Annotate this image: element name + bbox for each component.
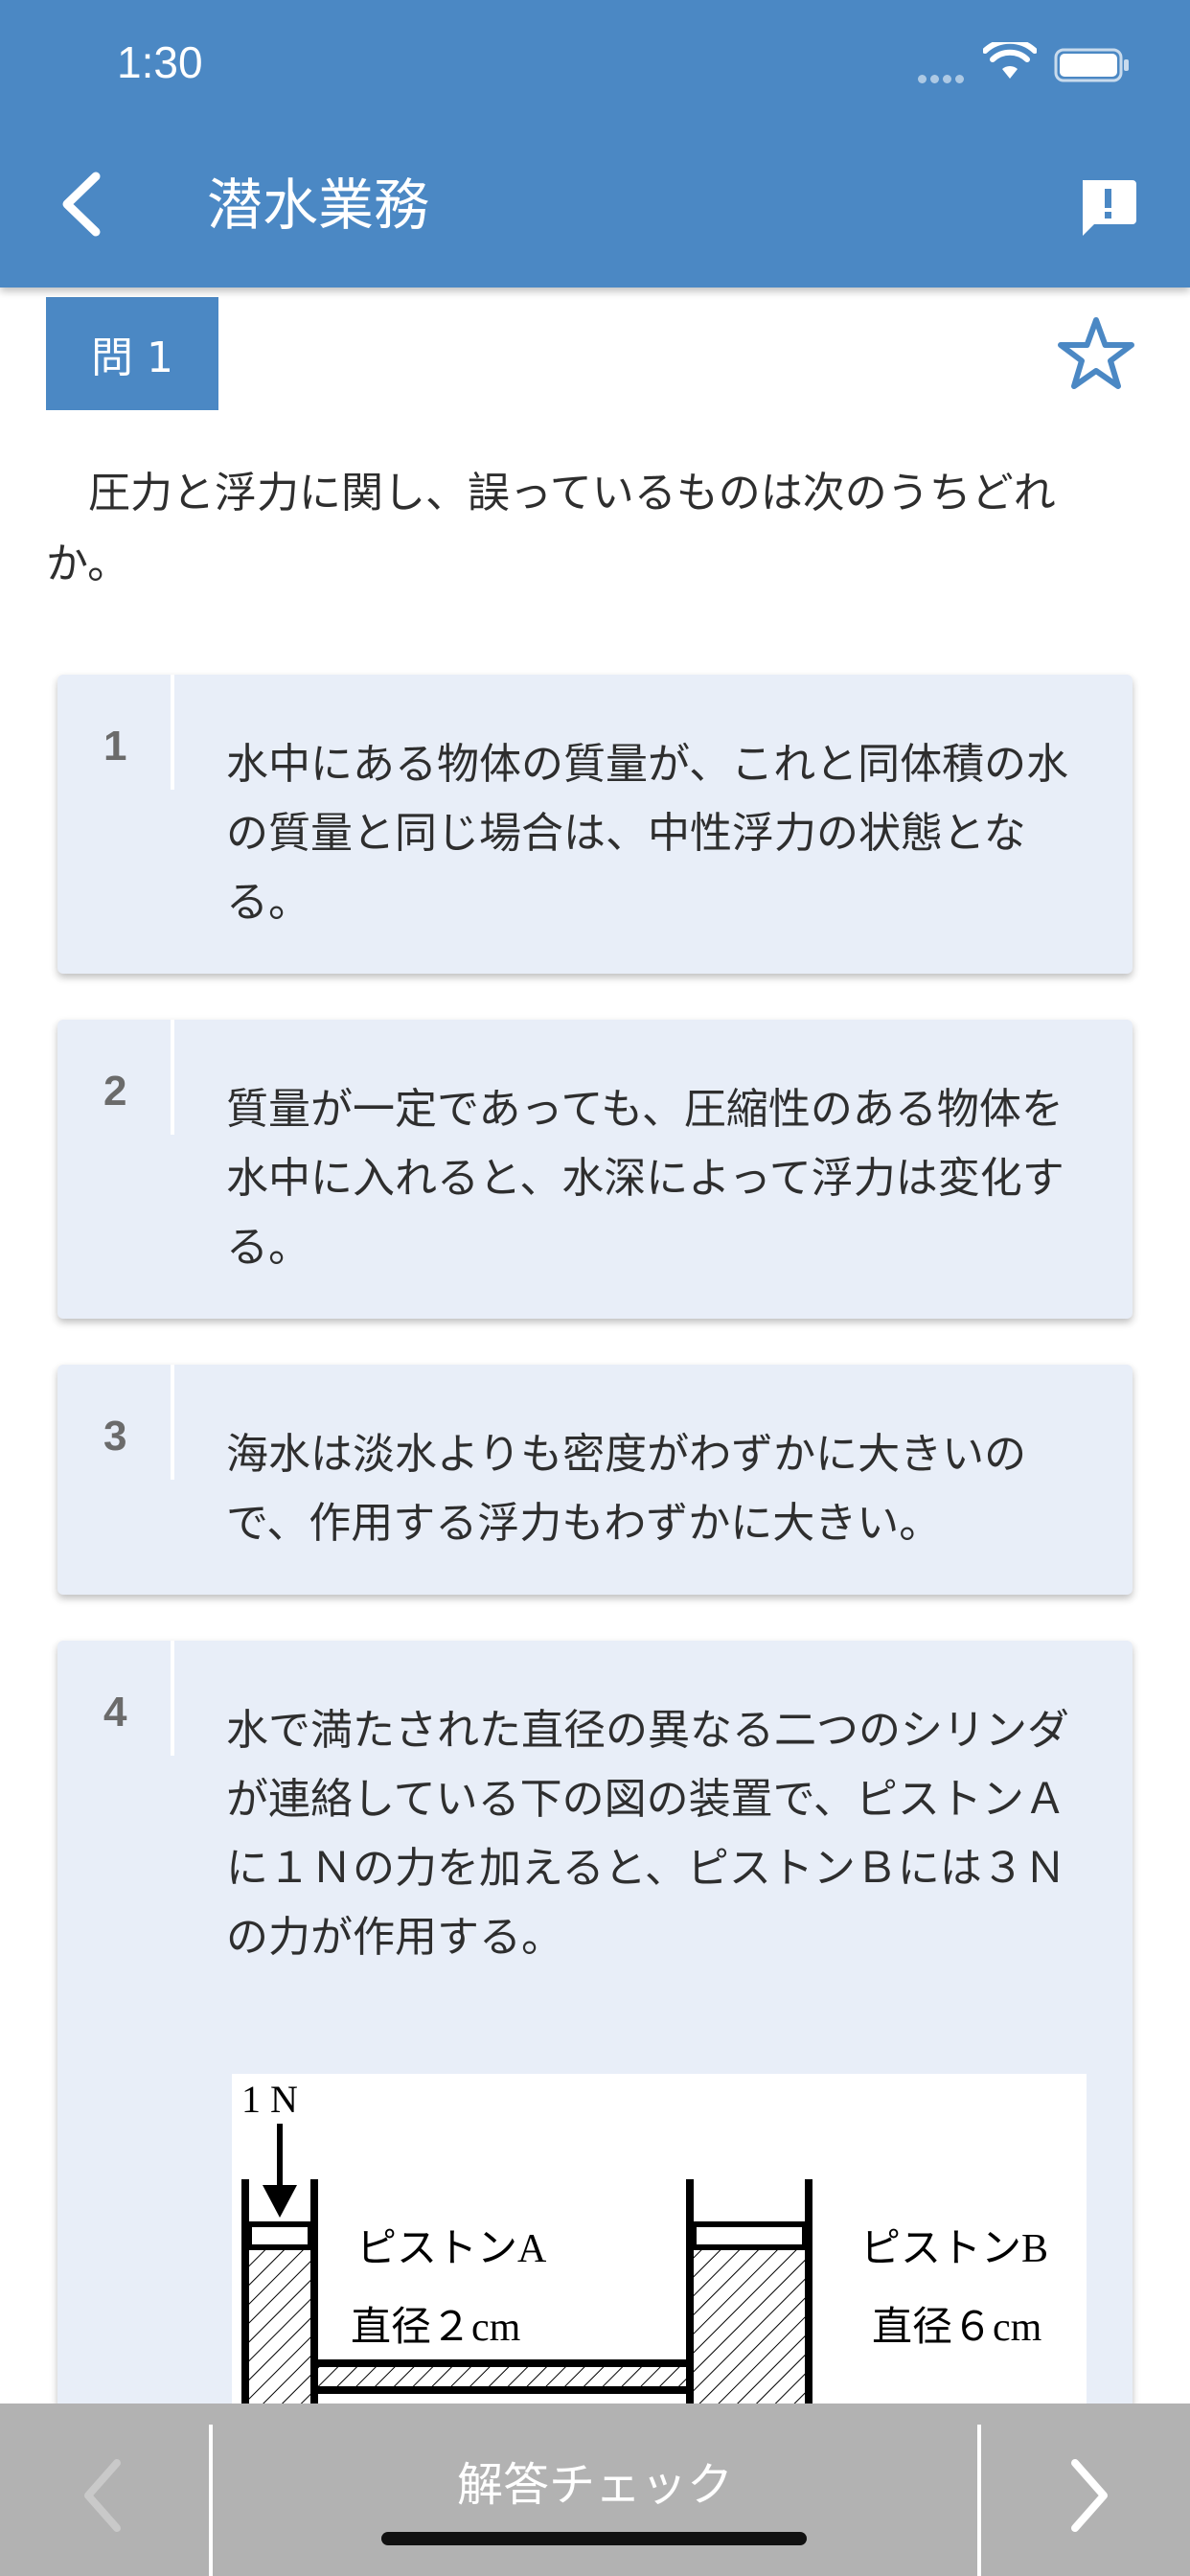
home-indicator (381, 2532, 807, 2545)
signal-icon (918, 69, 968, 87)
wifi-icon (983, 42, 1037, 79)
battery-icon (1054, 48, 1129, 82)
divider (171, 1641, 174, 1756)
prev-button[interactable] (0, 2404, 209, 2576)
report-icon[interactable] (1077, 176, 1138, 238)
star-icon[interactable] (1056, 314, 1136, 395)
status-time: 1:30 (117, 37, 203, 87)
piston-a-label: ピストンA (356, 2227, 547, 2271)
choice-text: 質量が一定であっても、圧縮性のある物体を水中に入れると、水深によって浮力は変化す… (226, 1085, 1064, 1272)
choice-card-3[interactable]: 3 海水は淡水よりも密度がわずかに大きいので、作用する浮力もわずかに大きい。 (57, 1365, 1133, 1595)
piston-a-diameter: 直径２cm (351, 2306, 521, 2350)
choice-text: 水中にある物体の質量が、これと同体積の水の質量と同じ場合は、中性浮力の状態となる… (226, 740, 1069, 927)
choice-card-1[interactable]: 1 水中にある物体の質量が、これと同体積の水の質量と同じ場合は、中性浮力の状態と… (57, 675, 1133, 974)
choice-number: 4 (103, 1689, 127, 1736)
choice-number: 3 (103, 1413, 127, 1460)
choice-number: 2 (103, 1068, 127, 1115)
force-label: 1 N (241, 2078, 298, 2121)
choice-number: 1 (103, 723, 127, 770)
answer-check-button[interactable]: 解答チェック (213, 2404, 977, 2576)
back-button[interactable] (54, 171, 111, 238)
bottom-bar: 解答チェック (0, 2404, 1190, 2576)
piston-b-diameter: 直径６cm (872, 2306, 1042, 2350)
question-text: 圧力と浮力に関し、誤っているものは次のうちどれか。 (46, 469, 1056, 588)
choice-card-2[interactable]: 2 質量が一定であっても、圧縮性のある物体を水中に入れると、水深によって浮力は変… (57, 1020, 1133, 1319)
divider (171, 1020, 174, 1135)
divider (171, 675, 174, 790)
choice-card-4[interactable]: 4 水で満たされた直径の異なる二つのシリンダが連絡している下の図の装置で、ピスト… (57, 1641, 1133, 2503)
next-button[interactable] (981, 2404, 1190, 2576)
choice-text: 海水は淡水よりも密度がわずかに大きいので、作用する浮力もわずかに大きい。 (226, 1430, 1027, 1548)
choice-text: 水で満たされた直径の異なる二つのシリンダが連絡している下の図の装置で、ピストンＡ… (226, 1706, 1069, 1962)
piston-b-label: ピストンB (860, 2227, 1048, 2271)
divider (171, 1365, 174, 1480)
cylinder-diagram: 1 N ピストンA 直径２cm ピストンB 直径６cm (232, 2074, 1087, 2457)
page-title: 潜水業務 (207, 172, 430, 238)
question-number-badge: 問 1 (46, 297, 218, 410)
nav-bar: 1:30 潜水業務 (0, 0, 1190, 288)
